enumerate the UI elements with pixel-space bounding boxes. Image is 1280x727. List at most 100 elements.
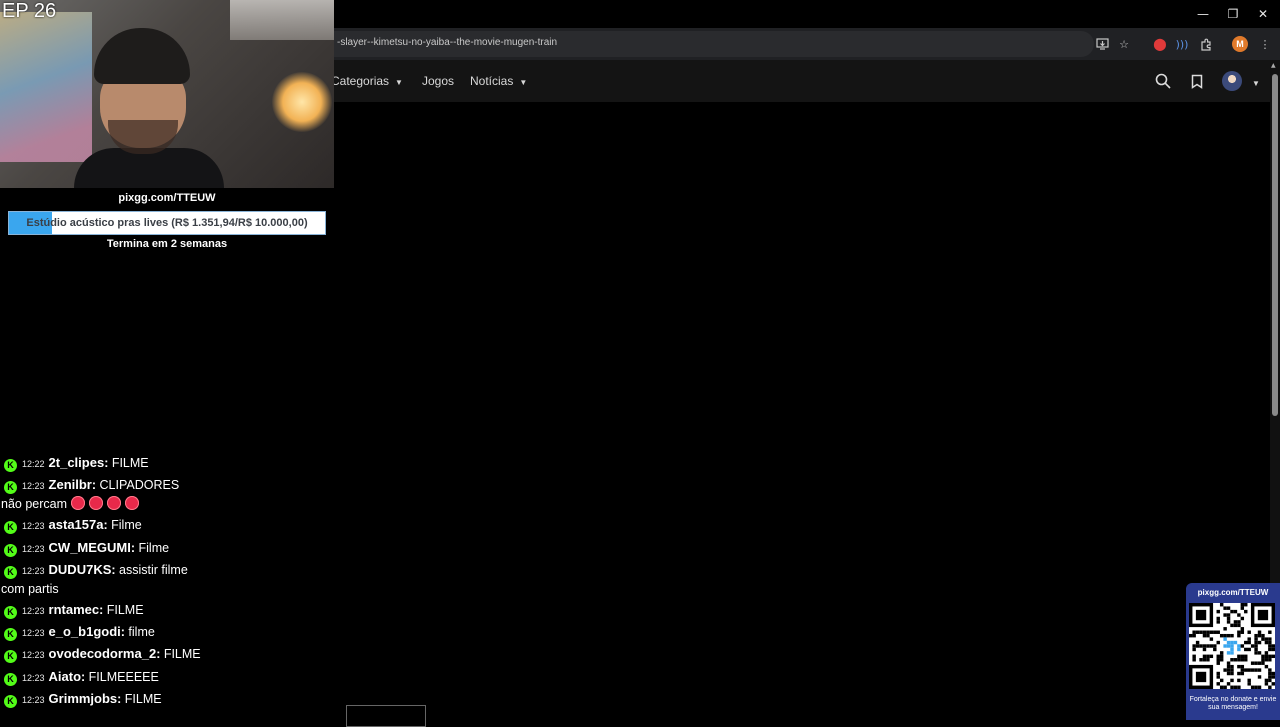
kick-badge-icon: K [4, 481, 17, 495]
chat-username[interactable]: Grimmjobs [49, 691, 118, 706]
user-avatar[interactable] [1222, 71, 1242, 91]
chat-timestamp: 12:23 [22, 543, 45, 554]
nav-jogos[interactable]: Jogos [422, 74, 454, 88]
qr-module [1219, 603, 1224, 607]
qr-module [1257, 668, 1262, 672]
qr-module [1271, 671, 1275, 676]
chat-username[interactable]: ovodecodorma_2 [49, 646, 157, 661]
chat-username[interactable]: e_o_b1godi [49, 624, 121, 639]
chat-timestamp: 12:23 [22, 628, 45, 639]
chat-text: filme [128, 625, 155, 640]
chat-timestamp: 12:23 [22, 565, 45, 576]
qr-module [1247, 678, 1251, 683]
chat-username[interactable]: 2t_clipes [49, 455, 105, 470]
qr-module [1216, 658, 1220, 662]
qr-module [1240, 664, 1245, 669]
qr-module [1216, 675, 1220, 679]
chat-separator: : [103, 518, 112, 533]
qr-module [1226, 606, 1231, 610]
qr-module [1257, 630, 1262, 634]
qr-module [1230, 609, 1234, 614]
nav-categorias[interactable]: Categorias ▼ [331, 74, 403, 88]
url-text: -slayer--kimetsu-no-yaiba--the-movie-mug… [337, 37, 558, 48]
nav-noticias[interactable]: Notícias ▼ [470, 74, 527, 88]
qr-module [1237, 654, 1241, 659]
chat-username[interactable]: Aiato [49, 669, 82, 684]
qr-module [1230, 651, 1234, 655]
qr-module [1268, 654, 1272, 659]
chat-username[interactable]: DUDU7KS [49, 562, 112, 577]
qr-module [1223, 685, 1227, 689]
qr-module [1223, 637, 1227, 641]
chat-username[interactable]: rntamec [49, 602, 100, 617]
qr-module [1261, 654, 1265, 659]
qr-module [1216, 671, 1220, 676]
star-icon[interactable]: ☆ [1116, 36, 1132, 52]
qr-module [1240, 654, 1245, 659]
qr-module [1230, 678, 1234, 683]
chat-username[interactable]: CW_MEGUMI [49, 540, 131, 555]
qr-module [1237, 658, 1241, 662]
qr-module [1206, 658, 1210, 662]
chat-text: FILME [106, 602, 144, 617]
install-icon[interactable] [1094, 36, 1110, 52]
qr-module [1237, 613, 1241, 617]
profile-avatar[interactable]: M [1232, 36, 1248, 52]
chat-timestamp: 12:23 [22, 481, 45, 492]
chat-timestamp: 12:23 [22, 521, 45, 532]
chevron-down-icon: ▼ [395, 78, 403, 87]
chat-separator: : [99, 602, 107, 617]
qr-module [1261, 637, 1265, 641]
close-button[interactable]: ✕ [1248, 0, 1278, 28]
qr-module [1244, 603, 1248, 607]
kick-badge-icon: K [4, 694, 17, 708]
qr-module [1216, 616, 1220, 621]
scrollbar-thumb[interactable] [1272, 74, 1278, 416]
extension-icon[interactable]: ⬤ [1152, 36, 1168, 52]
extension-icon[interactable]: ))) [1174, 36, 1190, 52]
qr-module [1250, 685, 1255, 689]
minimize-button[interactable]: — [1188, 0, 1218, 28]
qr-module [1209, 644, 1214, 648]
chat-text: Filme [111, 518, 142, 533]
qr-module [1202, 654, 1207, 659]
chat-username[interactable]: Zenilbr [49, 477, 92, 492]
qr-module [1219, 633, 1224, 638]
qr-module [1240, 616, 1245, 621]
qr-module [1247, 640, 1251, 645]
chat-timestamp: 12:23 [22, 672, 45, 683]
kick-badge-icon: K [4, 650, 17, 664]
qr-module [1195, 630, 1200, 634]
qr-module [1192, 654, 1196, 659]
puzzle-icon[interactable] [1198, 36, 1214, 52]
qr-module [1206, 644, 1210, 648]
qr-module [1226, 620, 1231, 624]
episode-label: EP 26 [2, 0, 57, 22]
chat-text: FILME [111, 456, 149, 470]
qr-module [1202, 658, 1207, 662]
qr-module [1257, 633, 1262, 638]
bookmark-icon[interactable] [1186, 70, 1208, 92]
qr-module [1219, 658, 1224, 662]
qr-module [1240, 644, 1245, 648]
chat-username[interactable]: asta157a [49, 517, 104, 532]
qr-module [1233, 623, 1238, 628]
qr-module [1195, 644, 1200, 648]
qr-module [1268, 630, 1272, 634]
qr-module [1233, 658, 1238, 662]
qr-module [1202, 644, 1207, 648]
address-bar[interactable]: -slayer--kimetsu-no-yaiba--the-movie-mug… [334, 31, 1094, 57]
qr-module [1230, 671, 1234, 676]
qr-module [1192, 630, 1196, 634]
kick-badge-icon: K [4, 565, 17, 579]
scroll-up-icon[interactable]: ▲ [1271, 62, 1276, 69]
chevron-down-icon: ▼ [519, 78, 528, 87]
goal-text: Estúdio acústico pras lives (R$ 1.351,94… [26, 217, 308, 229]
more-vert-icon[interactable]: ⋮ [1257, 36, 1273, 52]
qr-module [1264, 658, 1269, 662]
webcam-feed: EP 26 [0, 0, 334, 188]
search-icon[interactable] [1152, 70, 1174, 92]
restore-button[interactable]: ❐ [1218, 0, 1248, 28]
qr-module [1254, 637, 1258, 641]
chevron-down-icon[interactable]: ▼ [1252, 75, 1260, 89]
